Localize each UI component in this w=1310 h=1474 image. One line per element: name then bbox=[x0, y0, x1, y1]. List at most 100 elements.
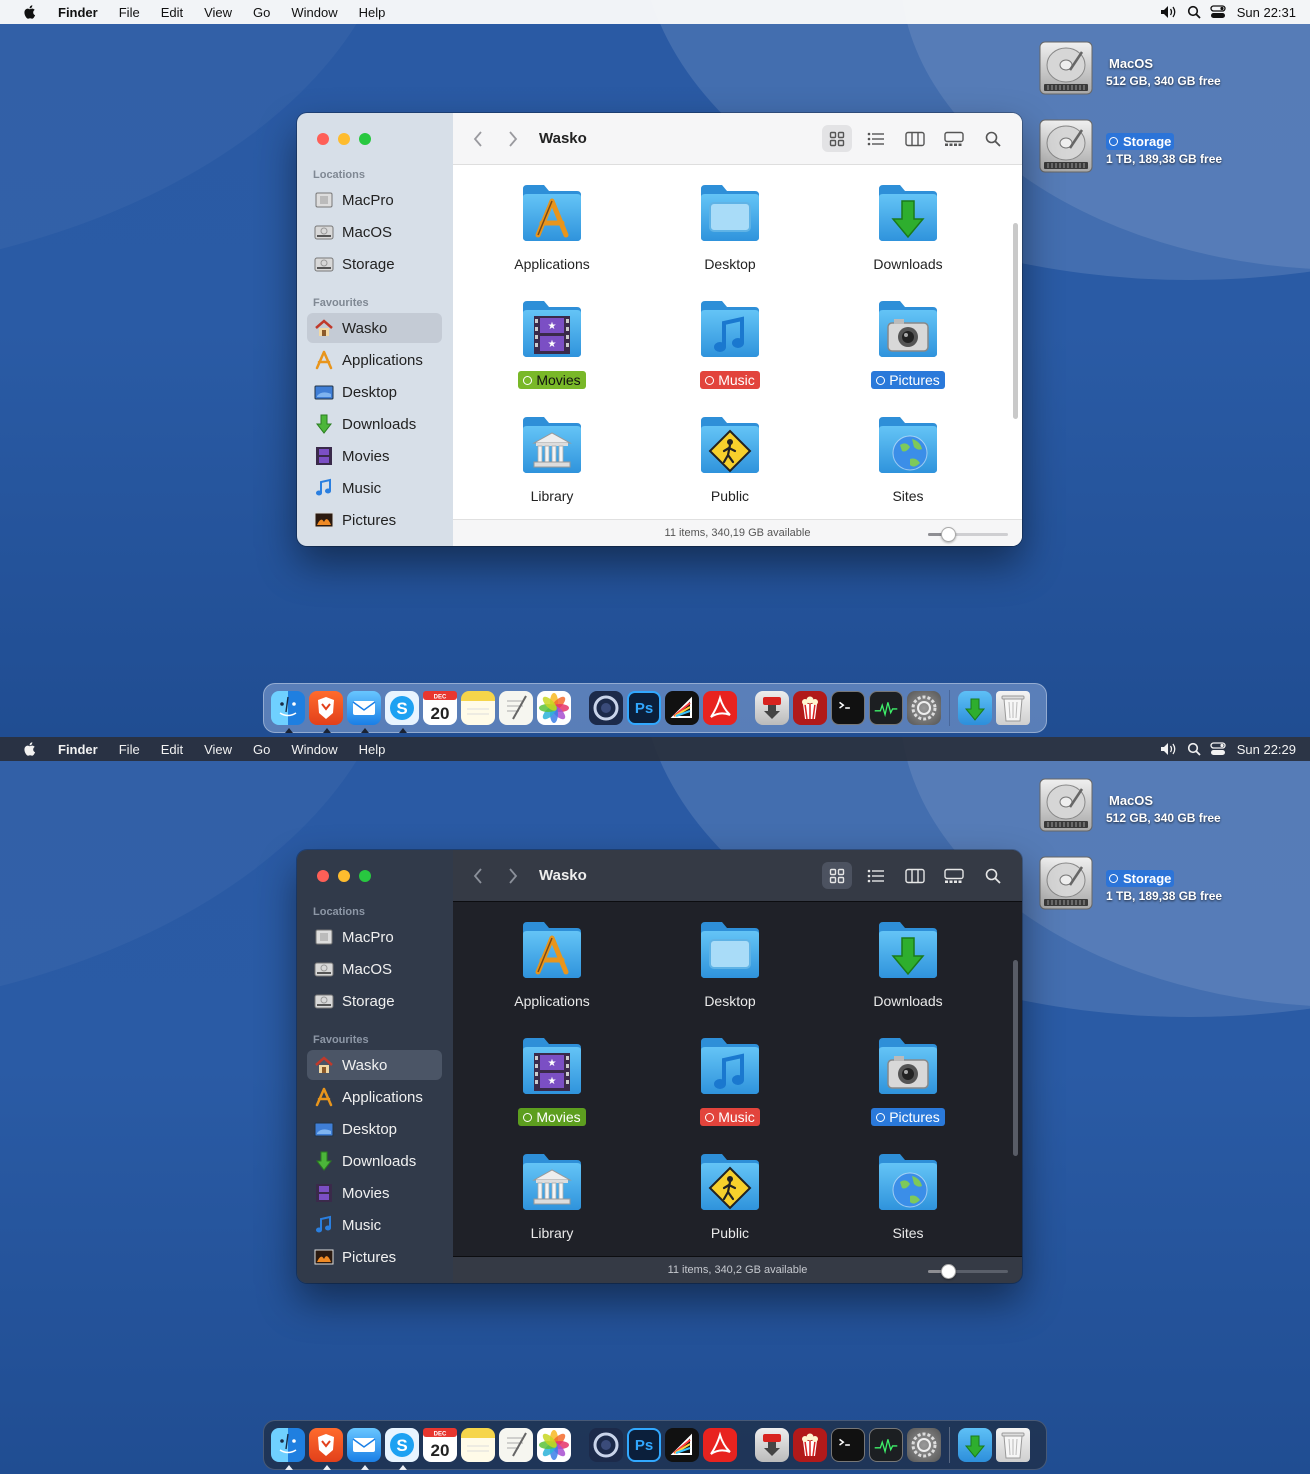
dock-textedit-icon[interactable] bbox=[499, 1428, 533, 1462]
sidebar-item-storage[interactable]: Storage bbox=[307, 249, 442, 279]
folder-item-desktop[interactable]: Desktop bbox=[650, 165, 810, 275]
zoom-button[interactable] bbox=[359, 133, 371, 145]
folder-item-downloads[interactable]: Downloads bbox=[828, 165, 988, 275]
forward-button[interactable] bbox=[502, 865, 524, 887]
dock-prism-icon[interactable] bbox=[665, 1428, 699, 1462]
sidebar-item-applications[interactable]: Applications bbox=[307, 1082, 442, 1112]
dock-photos-icon[interactable] bbox=[537, 1428, 571, 1462]
apple-menu-icon[interactable] bbox=[22, 741, 36, 757]
menu-edit[interactable]: Edit bbox=[161, 5, 183, 20]
sidebar-item-movies[interactable]: Movies bbox=[307, 1178, 442, 1208]
folder-item-desktop[interactable]: Desktop bbox=[650, 902, 810, 1012]
menu-go[interactable]: Go bbox=[253, 5, 270, 20]
dock-brave-icon[interactable] bbox=[309, 691, 343, 733]
folder-item-public[interactable]: Public bbox=[650, 1134, 810, 1244]
dock-mail-icon[interactable] bbox=[347, 1428, 381, 1470]
sidebar-item-music[interactable]: Music bbox=[307, 473, 442, 503]
slider-knob[interactable] bbox=[941, 527, 956, 542]
column-view-button[interactable] bbox=[900, 125, 930, 152]
menu-clock[interactable]: Sun 22:29 bbox=[1237, 742, 1296, 757]
search-button[interactable] bbox=[978, 125, 1008, 152]
dock-terminal-icon[interactable] bbox=[831, 1428, 865, 1462]
dock-calendar-icon[interactable]: DEC 20 bbox=[423, 1428, 457, 1462]
dock-cinema4d-icon[interactable] bbox=[589, 1428, 623, 1462]
menu-view[interactable]: View bbox=[204, 742, 232, 757]
dock-prism-icon[interactable] bbox=[665, 691, 699, 725]
desktop-drive-macos[interactable]: MacOS 512 GB, 340 GB free bbox=[1036, 777, 1306, 839]
back-button[interactable] bbox=[467, 865, 489, 887]
control-center-icon[interactable] bbox=[1210, 5, 1226, 19]
menu-finder[interactable]: Finder bbox=[58, 5, 98, 20]
icon-size-slider[interactable] bbox=[928, 527, 1008, 542]
folder-item-library[interactable]: Library bbox=[472, 397, 632, 507]
folder-item-downloads[interactable]: Downloads bbox=[828, 902, 988, 1012]
sidebar-item-wasko[interactable]: Wasko bbox=[307, 1050, 442, 1080]
dock-finder-icon[interactable] bbox=[271, 691, 305, 733]
minimize-button[interactable] bbox=[338, 870, 350, 882]
dock-activity-monitor-icon[interactable] bbox=[869, 1428, 903, 1462]
list-view-button[interactable] bbox=[861, 862, 891, 889]
dock-downloads-stack-icon[interactable] bbox=[958, 1428, 992, 1462]
sidebar-item-pictures[interactable]: Pictures bbox=[307, 505, 442, 535]
dock-acrobat-icon[interactable] bbox=[703, 691, 737, 725]
vertical-scrollbar[interactable] bbox=[1013, 223, 1018, 419]
dock-popcorn-icon[interactable] bbox=[793, 1428, 827, 1462]
sidebar-item-macpro[interactable]: MacPro bbox=[307, 922, 442, 952]
dock-system-preferences-icon[interactable] bbox=[907, 1428, 941, 1462]
dock-finder-icon[interactable] bbox=[271, 1428, 305, 1470]
folder-item-music[interactable]: Music bbox=[650, 1018, 810, 1128]
menu-file[interactable]: File bbox=[119, 742, 140, 757]
menu-go[interactable]: Go bbox=[253, 742, 270, 757]
menu-help[interactable]: Help bbox=[359, 742, 386, 757]
vertical-scrollbar[interactable] bbox=[1013, 960, 1018, 1156]
desktop-drive-macos[interactable]: MacOS 512 GB, 340 GB free bbox=[1036, 40, 1306, 102]
dock-textedit-icon[interactable] bbox=[499, 691, 533, 725]
minimize-button[interactable] bbox=[338, 133, 350, 145]
dock-activity-monitor-icon[interactable] bbox=[869, 691, 903, 725]
folder-item-applications[interactable]: Applications bbox=[472, 165, 632, 275]
dock-brave-icon[interactable] bbox=[309, 1428, 343, 1470]
folder-item-applications[interactable]: Applications bbox=[472, 902, 632, 1012]
sidebar-item-desktop[interactable]: Desktop bbox=[307, 377, 442, 407]
back-button[interactable] bbox=[467, 128, 489, 150]
dock-transmission-icon[interactable] bbox=[755, 691, 789, 725]
icon-view-button[interactable] bbox=[822, 862, 852, 889]
icon-size-slider[interactable] bbox=[928, 1264, 1008, 1279]
sidebar-item-downloads[interactable]: Downloads bbox=[307, 409, 442, 439]
close-button[interactable] bbox=[317, 133, 329, 145]
sidebar-item-downloads[interactable]: Downloads bbox=[307, 1146, 442, 1176]
control-center-icon[interactable] bbox=[1210, 742, 1226, 756]
dock-transmission-icon[interactable] bbox=[755, 1428, 789, 1462]
sidebar-item-music[interactable]: Music bbox=[307, 1210, 442, 1240]
dock-mail-icon[interactable] bbox=[347, 691, 381, 733]
sidebar-item-desktop[interactable]: Desktop bbox=[307, 1114, 442, 1144]
close-button[interactable] bbox=[317, 870, 329, 882]
dock-system-preferences-icon[interactable] bbox=[907, 691, 941, 725]
volume-icon[interactable] bbox=[1160, 742, 1178, 756]
dock-acrobat-icon[interactable] bbox=[703, 1428, 737, 1462]
desktop-drive-storage[interactable]: Storage 1 TB, 189,38 GB free bbox=[1036, 118, 1306, 180]
dock-trash-icon[interactable] bbox=[996, 1428, 1030, 1462]
dock-calendar-icon[interactable]: DEC 20 bbox=[423, 691, 457, 725]
list-view-button[interactable] bbox=[861, 125, 891, 152]
column-view-button[interactable] bbox=[900, 862, 930, 889]
folder-item-library[interactable]: Library bbox=[472, 1134, 632, 1244]
desktop-drive-storage[interactable]: Storage 1 TB, 189,38 GB free bbox=[1036, 855, 1306, 917]
menu-file[interactable]: File bbox=[119, 5, 140, 20]
dock-terminal-icon[interactable] bbox=[831, 691, 865, 725]
icon-view-button[interactable] bbox=[822, 125, 852, 152]
folder-item-sites[interactable]: Sites bbox=[828, 1134, 988, 1244]
sidebar-item-pictures[interactable]: Pictures bbox=[307, 1242, 442, 1272]
gallery-view-button[interactable] bbox=[939, 862, 969, 889]
menu-finder[interactable]: Finder bbox=[58, 742, 98, 757]
dock-skype-icon[interactable]: S bbox=[385, 691, 419, 733]
menu-help[interactable]: Help bbox=[359, 5, 386, 20]
dock-cinema4d-icon[interactable] bbox=[589, 691, 623, 725]
spotlight-icon[interactable] bbox=[1187, 742, 1201, 756]
folder-item-public[interactable]: Public bbox=[650, 397, 810, 507]
menu-edit[interactable]: Edit bbox=[161, 742, 183, 757]
sidebar-item-storage[interactable]: Storage bbox=[307, 986, 442, 1016]
forward-button[interactable] bbox=[502, 128, 524, 150]
folder-item-sites[interactable]: Sites bbox=[828, 397, 988, 507]
apple-menu-icon[interactable] bbox=[22, 4, 36, 20]
